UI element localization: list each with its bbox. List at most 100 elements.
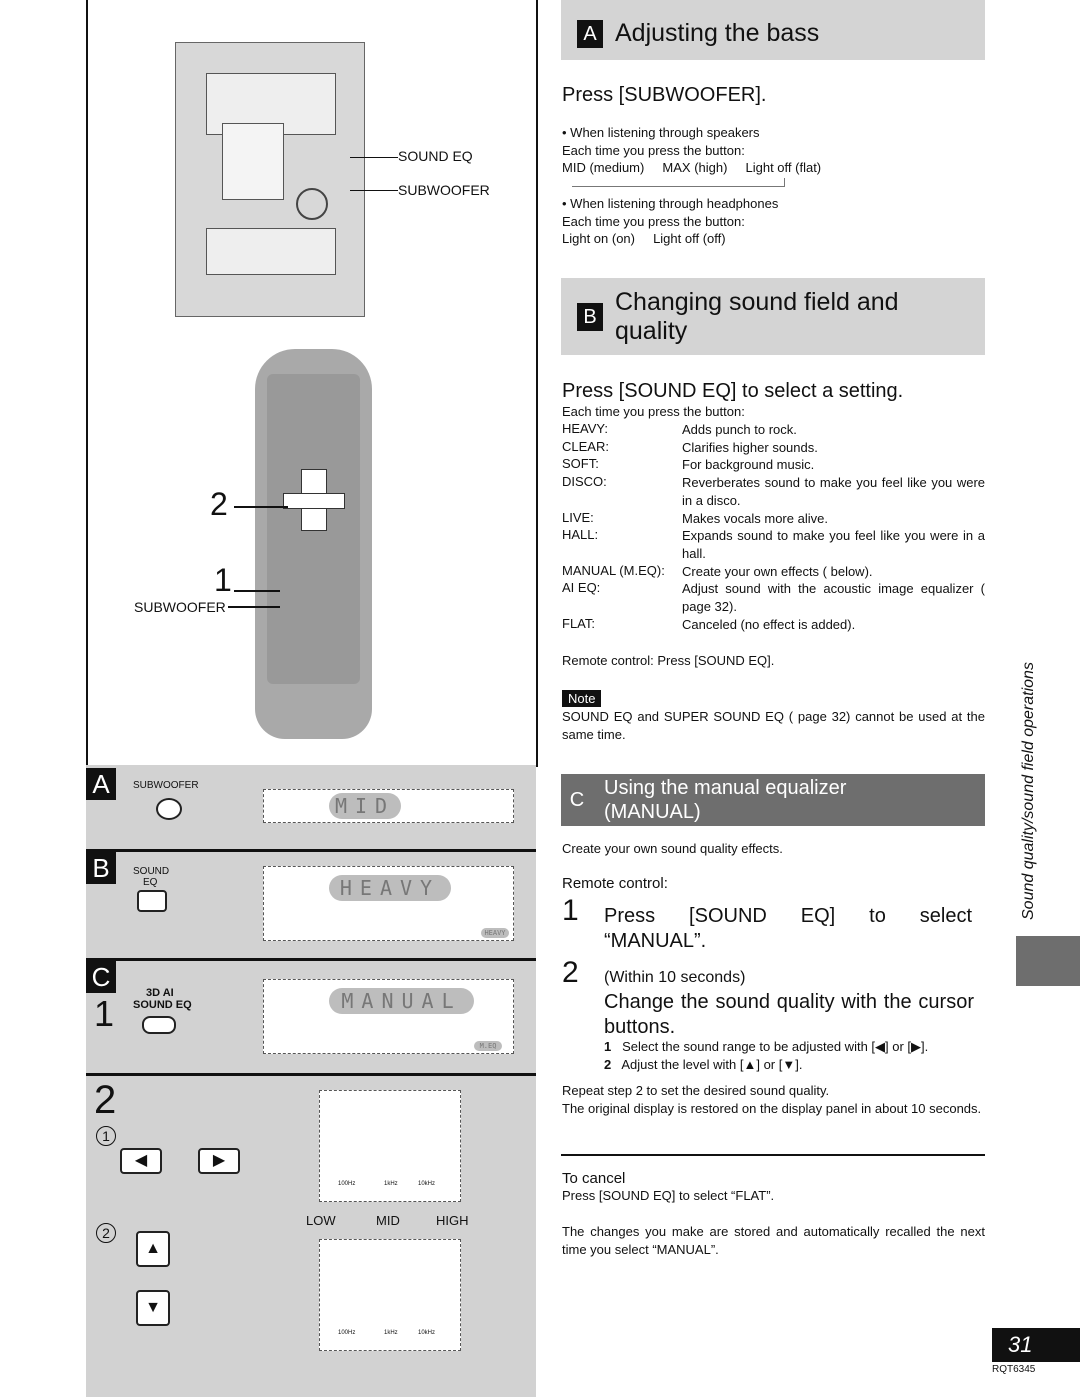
band-label-mid: MID (376, 1213, 400, 1228)
illustration-box: SOUND EQ SUBWOOFER 2 1 SUBWOOFER (86, 0, 538, 767)
side-section-label: Sound quality/sound field operations (1020, 662, 1037, 920)
each-time-text: Each time you press the button: (562, 213, 745, 229)
band-label-low: LOW (306, 1213, 336, 1228)
step-number: 1 (94, 993, 115, 1034)
substep-text: Select the sound range to be adjusted wi… (622, 1039, 929, 1054)
cycle-step: MID (medium) (562, 160, 645, 176)
display-text: HEAVY (329, 875, 451, 901)
display-indicator: M.EQ (474, 1041, 502, 1051)
substep-number: 2 (604, 1057, 612, 1072)
sound-eq-button-label-2: EQ (143, 877, 158, 888)
document-code: RQT6345 (992, 1364, 1036, 1375)
step-number: 2 (94, 1078, 117, 1122)
hand-press-icon (156, 798, 182, 820)
step-2-callout: 2 (210, 486, 228, 522)
setting-name: HEAVY: (562, 421, 609, 436)
cycle: MID (medium) MAX (high) Light off (flat) (562, 159, 821, 177)
panel-letter: C (86, 961, 116, 993)
equalizer-display-1: 100Hz 1kHz 10kHz (319, 1090, 461, 1202)
speakers-block: • When listening through speakers Each t… (562, 124, 821, 177)
cycle-step: Light off (flat) (745, 160, 822, 176)
cycle-step: Light off (off) (653, 231, 726, 247)
each-time-text: Each time you press the button: (562, 142, 745, 158)
setting-name: SOFT: (562, 456, 599, 472)
instruction: Press [SOUND EQ] to select a setting. (562, 380, 904, 402)
setting-description: Makes vocals more alive. (682, 510, 828, 526)
cycle-step: MAX (high) (662, 160, 728, 176)
setting-description: Expands sound to make you feel like you … (682, 528, 985, 561)
panel-step-2: 2 1 ◀ ▶ 2 ▲ ▼ 100Hz 1kHz 10kHz LOW MID H… (86, 1076, 536, 1397)
setting-description: For background music. (682, 457, 815, 473)
setting-name: FLAT: (562, 615, 595, 631)
section-b-header: B Changing sound field and quality (561, 278, 985, 355)
note-label: Note (562, 690, 602, 707)
cancel-text: Press [SOUND EQ] to select “FLAT”. (562, 1188, 775, 1203)
sound-eq-button-icon (137, 890, 167, 912)
step-pretext: (Within 10 seconds) (604, 969, 746, 986)
section-a-header: A Adjusting the bass (561, 0, 985, 60)
panel-a: A SUBWOOFER MID (86, 765, 536, 849)
band-label-high: HIGH (436, 1213, 469, 1228)
step-1-callout: 1 (214, 562, 232, 598)
panel-letter: B (86, 852, 116, 884)
subwoofer-button-label: SUBWOOFER (133, 780, 199, 791)
setting-name: LIVE: (562, 509, 594, 525)
cycle-return-line (572, 178, 785, 187)
setting-description: Reverberates sound to make you feel like… (682, 475, 985, 508)
remote-label: Remote control: (562, 875, 668, 892)
substep-text: Adjust the level with [▲] or [▼]. (621, 1057, 803, 1072)
instruction: Press [SUBWOOFER]. (562, 84, 767, 106)
restore-text: The original display is restored on the … (562, 1101, 982, 1116)
substep-number: 2 (96, 1223, 116, 1243)
display-text: MID (329, 793, 401, 819)
remote-control-illustration (255, 349, 372, 739)
setting-name: HALL: (562, 527, 599, 543)
setting-description: Clarifies higher sounds. (682, 439, 818, 455)
setting-description: Adjust sound with the acoustic image equ… (682, 581, 985, 614)
remote-text: Remote control: Press [SOUND EQ]. (562, 653, 775, 668)
divider (561, 1154, 985, 1156)
intro-text: Create your own sound quality effects. (562, 841, 783, 856)
cycle-step: Light on (on) (562, 231, 635, 247)
sound-eq-button-icon (142, 1016, 176, 1034)
manual-page: SOUND EQ SUBWOOFER 2 1 SUBWOOFER A SUBWO… (0, 0, 1080, 1397)
setting-description: Adds punch to rock. (682, 422, 797, 437)
display-panel: MANUAL M.EQ (263, 979, 514, 1054)
heading-text: When listening through speakers (570, 125, 760, 140)
setting-name: MANUAL (M.EQ): (562, 562, 665, 578)
substep-1: 1 Select the sound range to be adjusted … (604, 1038, 928, 1056)
setting-name: CLEAR: (562, 438, 609, 454)
freq-label: 1kHz (384, 1181, 398, 1187)
stereo-unit-illustration (175, 42, 365, 317)
step-number: 1 (562, 894, 579, 927)
headphones-block: • When listening through headphones Each… (562, 196, 779, 247)
cancel-heading: To cancel (562, 1170, 626, 1187)
setting-description: Create your own effects ( below). (682, 563, 873, 579)
section-title: Using the manual equalizer (604, 777, 847, 799)
substep-number: 1 (96, 1126, 116, 1146)
display-panel: HEAVY HEAVY (263, 866, 514, 941)
step-text: Press [SOUND EQ] to select (604, 905, 972, 927)
note-text: SOUND EQ and SUPER SOUND EQ ( page 32) c… (562, 709, 985, 742)
repeat-text: Repeat step 2 to set the desired sound q… (562, 1083, 830, 1098)
up-cursor-button: ▲ (136, 1231, 170, 1267)
down-cursor-button: ▼ (136, 1290, 170, 1326)
right-cursor-button: ▶ (198, 1148, 240, 1174)
freq-label: 1kHz (384, 1330, 398, 1336)
bullet-heading: • When listening through speakers (562, 125, 760, 140)
page-number: 31 (992, 1328, 1080, 1362)
freq-label: 10kHz (418, 1181, 436, 1187)
step-text-2: “MANUAL”. (604, 930, 707, 952)
substep-2: 2 Adjust the level with [▲] or [▼]. (604, 1056, 802, 1074)
freq-label: 100Hz (338, 1181, 356, 1187)
section-letter: C (564, 786, 590, 814)
section-title: Adjusting the bass (615, 19, 820, 47)
stored-text: The changes you make are stored and auto… (562, 1224, 985, 1257)
section-c-header: C Using the manual equalizer (MANUAL) (561, 774, 985, 826)
display-panel: MID (263, 789, 514, 823)
substep-number: 1 (604, 1039, 612, 1054)
step-number: 2 (562, 956, 579, 989)
freq-label: 100Hz (338, 1330, 356, 1336)
setting-name: AI EQ: (562, 580, 601, 596)
each-time-text: Each time you press the button: (562, 404, 745, 419)
